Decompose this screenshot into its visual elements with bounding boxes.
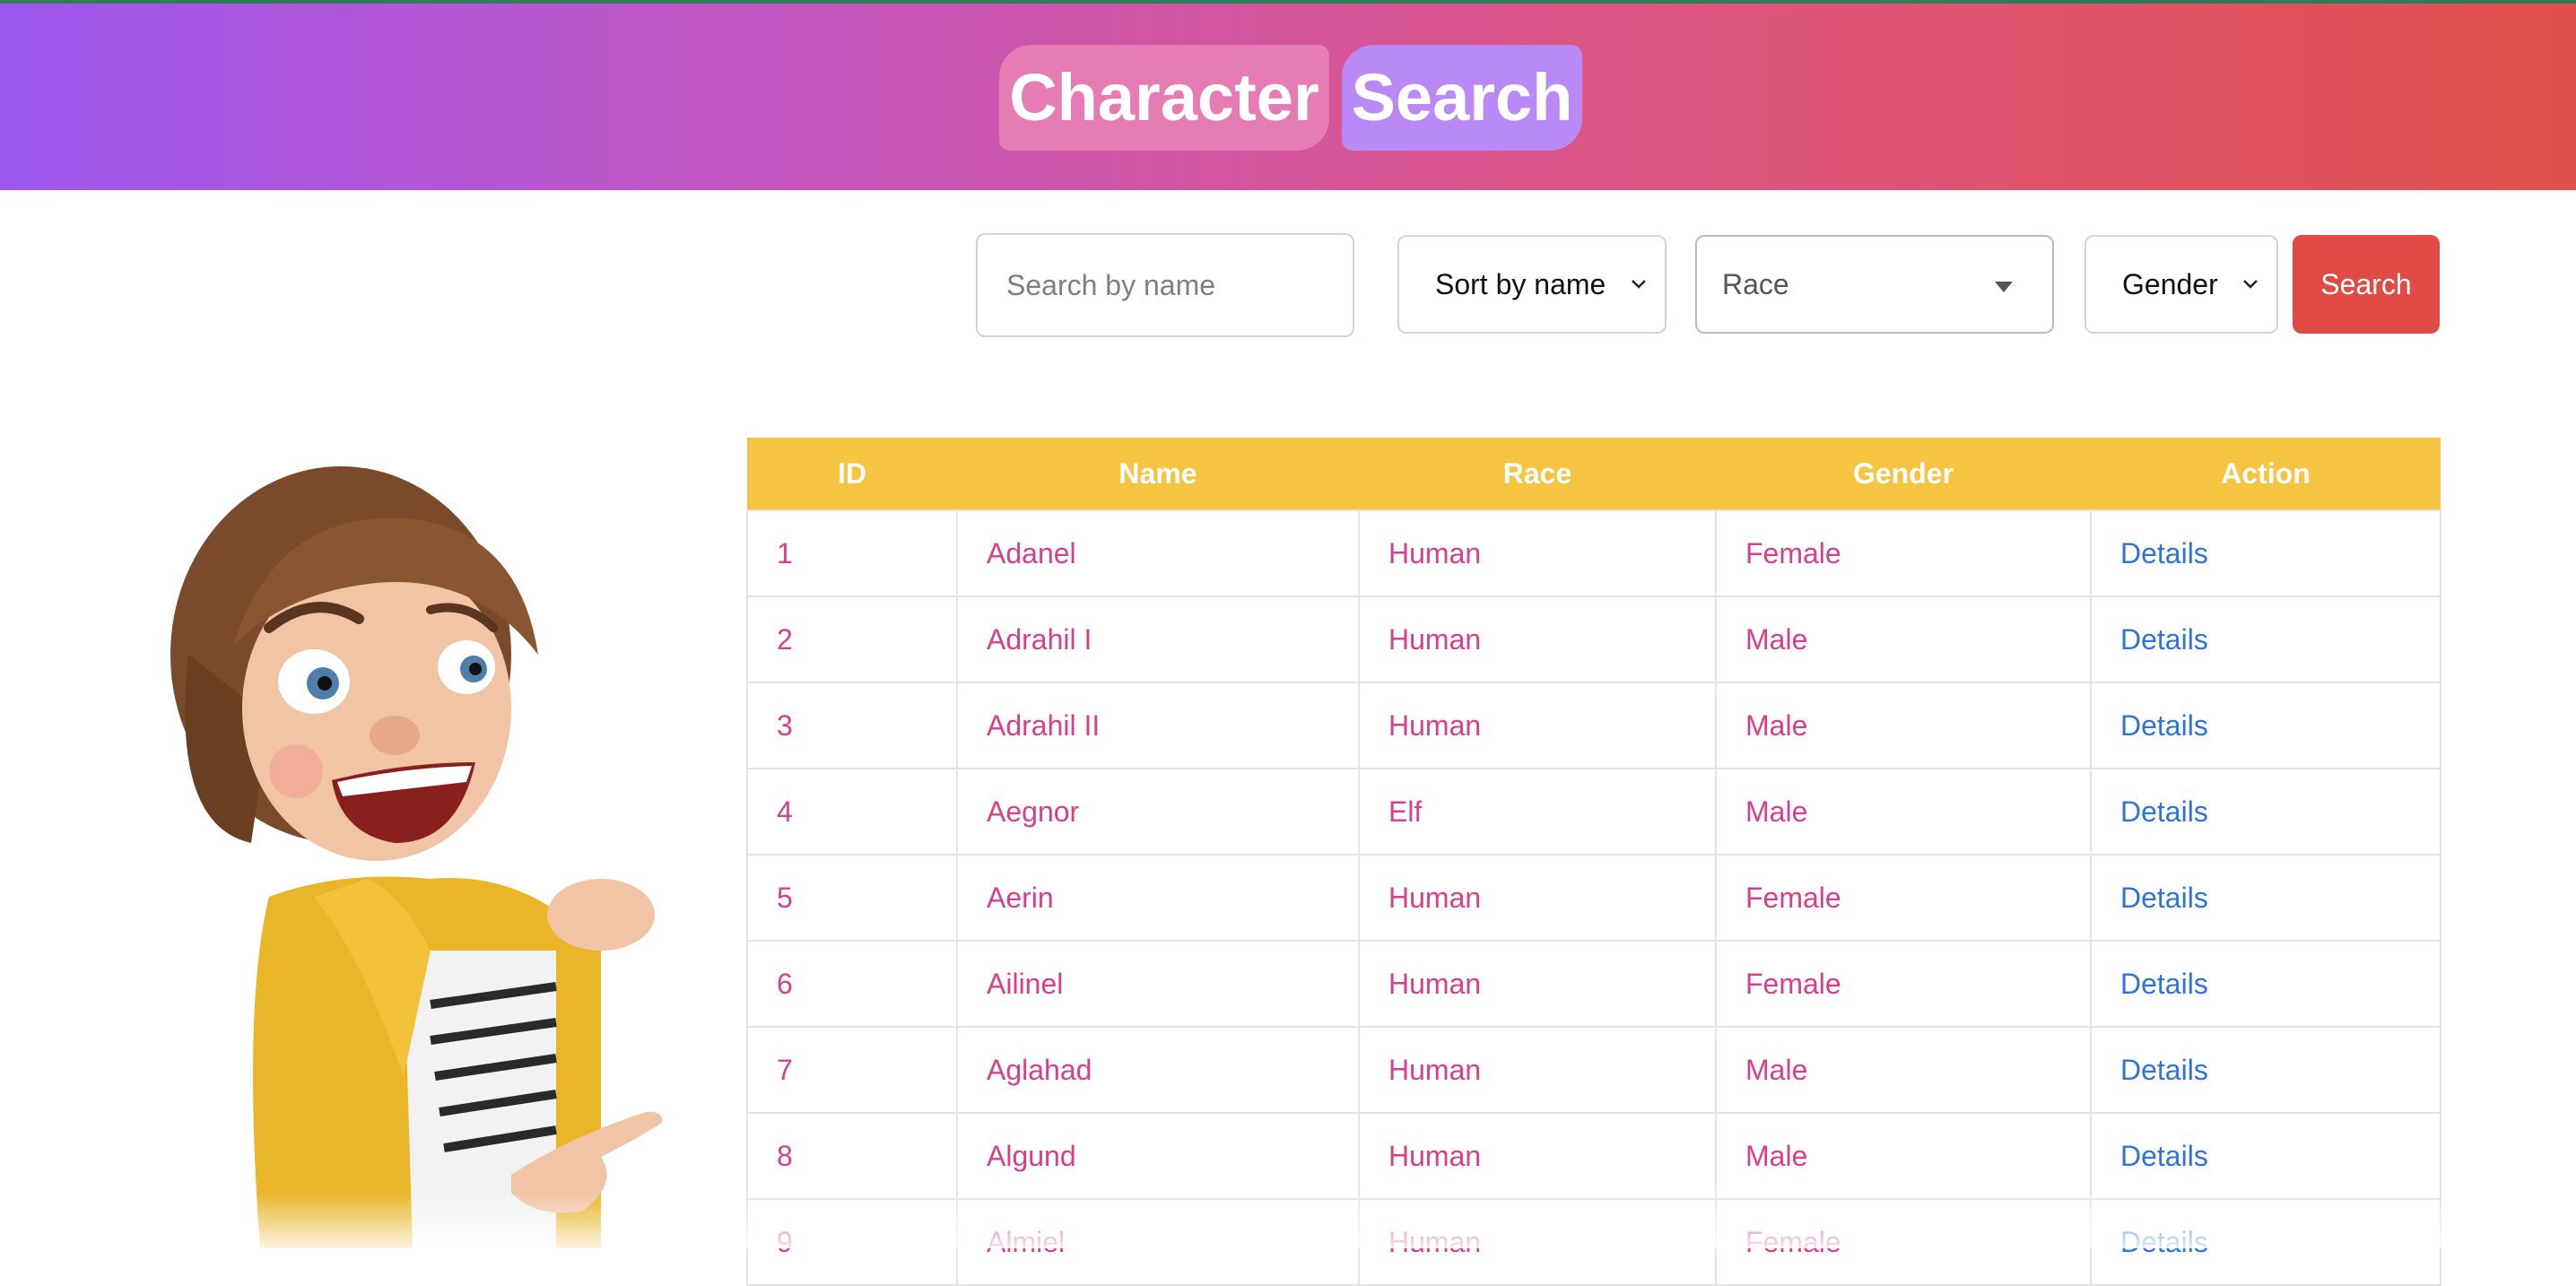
details-link[interactable]: Details bbox=[2120, 882, 2208, 914]
cell-name: Almiel bbox=[956, 1198, 1360, 1286]
cell-gender: Male bbox=[1715, 595, 2092, 683]
details-link[interactable]: Details bbox=[2120, 968, 2208, 1000]
cell-id: 1 bbox=[746, 509, 958, 597]
cell-gender: Female bbox=[1715, 1198, 2092, 1286]
cell-gender: Male bbox=[1715, 682, 2092, 769]
search-button[interactable]: Search bbox=[2293, 235, 2440, 334]
cell-action: Details bbox=[2090, 1198, 2441, 1286]
cell-race: Human bbox=[1358, 940, 1717, 1028]
cell-id: 5 bbox=[746, 854, 958, 942]
details-link[interactable]: Details bbox=[2120, 1140, 2208, 1172]
column-header-gender[interactable]: Gender bbox=[1716, 438, 2091, 510]
cell-name: Adanel bbox=[956, 509, 1360, 597]
search-input[interactable] bbox=[976, 233, 1354, 337]
cell-race: Human bbox=[1358, 509, 1717, 597]
table-row: 6 Ailinel Human Female Details bbox=[746, 940, 2441, 1028]
chevron-down-icon bbox=[1632, 280, 1646, 289]
cell-gender: Female bbox=[1715, 509, 2092, 597]
details-link[interactable]: Details bbox=[2120, 623, 2208, 656]
cell-id: 6 bbox=[746, 940, 958, 1028]
table-row: 8 Algund Human Male Details bbox=[746, 1112, 2441, 1200]
cell-name: Adrahil II bbox=[956, 682, 1360, 769]
cell-name: Ailinel bbox=[956, 940, 1360, 1028]
gender-select[interactable]: Gender bbox=[2084, 235, 2278, 334]
cell-id: 4 bbox=[746, 768, 958, 856]
caret-down-icon bbox=[1995, 282, 2013, 292]
column-header-race[interactable]: Race bbox=[1359, 438, 1716, 510]
table-row: 3 Adrahil II Human Male Details bbox=[746, 682, 2441, 769]
character-table: ID Name Race Gender Action 1 Adanel Huma… bbox=[746, 438, 2441, 1286]
sort-select-label: Sort by name bbox=[1435, 267, 1606, 300]
cell-race: Human bbox=[1358, 1026, 1717, 1114]
table-row: 7 Aglahad Human Male Details bbox=[746, 1026, 2441, 1114]
details-link[interactable]: Details bbox=[2120, 1226, 2208, 1258]
table-header-row: ID Name Race Gender Action bbox=[747, 438, 2441, 510]
cell-id: 7 bbox=[746, 1026, 958, 1114]
cell-action: Details bbox=[2090, 682, 2441, 769]
cell-race: Human bbox=[1358, 854, 1717, 942]
details-link[interactable]: Details bbox=[2120, 709, 2208, 742]
cell-id: 3 bbox=[746, 682, 958, 769]
cartoon-girl-pointing-icon bbox=[170, 466, 709, 1248]
details-link[interactable]: Details bbox=[2120, 1054, 2208, 1086]
details-link[interactable]: Details bbox=[2120, 537, 2208, 569]
column-header-name[interactable]: Name bbox=[957, 438, 1359, 510]
cell-name: Aerin bbox=[956, 854, 1360, 942]
gender-select-label: Gender bbox=[2122, 267, 2218, 300]
page-header: Character Search bbox=[0, 4, 2576, 190]
cell-name: Aglahad bbox=[956, 1026, 1360, 1114]
cell-race: Elf bbox=[1358, 768, 1717, 856]
race-select-label: Race bbox=[1722, 267, 1789, 300]
cell-gender: Female bbox=[1715, 854, 2092, 942]
sort-select[interactable]: Sort by name bbox=[1397, 235, 1667, 334]
details-link[interactable]: Details bbox=[2120, 795, 2208, 828]
title-word-search: Search bbox=[1342, 45, 1582, 151]
cell-gender: Female bbox=[1715, 940, 2092, 1028]
cell-race: Human bbox=[1358, 1112, 1717, 1200]
cell-name: Aegnor bbox=[956, 768, 1360, 856]
cell-action: Details bbox=[2090, 509, 2441, 597]
cell-action: Details bbox=[2090, 1026, 2441, 1114]
cell-gender: Male bbox=[1715, 1112, 2092, 1200]
column-header-action[interactable]: Action bbox=[2091, 438, 2441, 510]
cell-id: 9 bbox=[746, 1198, 958, 1286]
cell-action: Details bbox=[2090, 768, 2441, 856]
cell-gender: Male bbox=[1715, 1026, 2092, 1114]
table-row: 4 Aegnor Elf Male Details bbox=[746, 768, 2441, 856]
cell-name: Adrahil I bbox=[956, 595, 1360, 683]
title-word-character: Character bbox=[999, 45, 1329, 151]
chevron-down-icon bbox=[2243, 280, 2258, 289]
cell-name: Algund bbox=[956, 1112, 1360, 1200]
cell-action: Details bbox=[2090, 854, 2441, 942]
cell-gender: Male bbox=[1715, 768, 2092, 856]
table-row: 2 Adrahil I Human Male Details bbox=[746, 595, 2441, 683]
cell-action: Details bbox=[2090, 1112, 2441, 1200]
column-header-id[interactable]: ID bbox=[747, 438, 957, 510]
table-row: 5 Aerin Human Female Details bbox=[746, 854, 2441, 942]
cell-action: Details bbox=[2090, 940, 2441, 1028]
table-row: 9 Almiel Human Female Details bbox=[746, 1198, 2441, 1286]
cell-action: Details bbox=[2090, 595, 2441, 683]
cell-race: Human bbox=[1358, 595, 1717, 683]
cell-race: Human bbox=[1358, 1198, 1717, 1286]
cell-id: 2 bbox=[746, 595, 958, 683]
cell-race: Human bbox=[1358, 682, 1717, 769]
cell-id: 8 bbox=[746, 1112, 958, 1200]
race-select[interactable]: Race bbox=[1695, 235, 2054, 334]
table-row: 1 Adanel Human Female Details bbox=[746, 509, 2441, 597]
